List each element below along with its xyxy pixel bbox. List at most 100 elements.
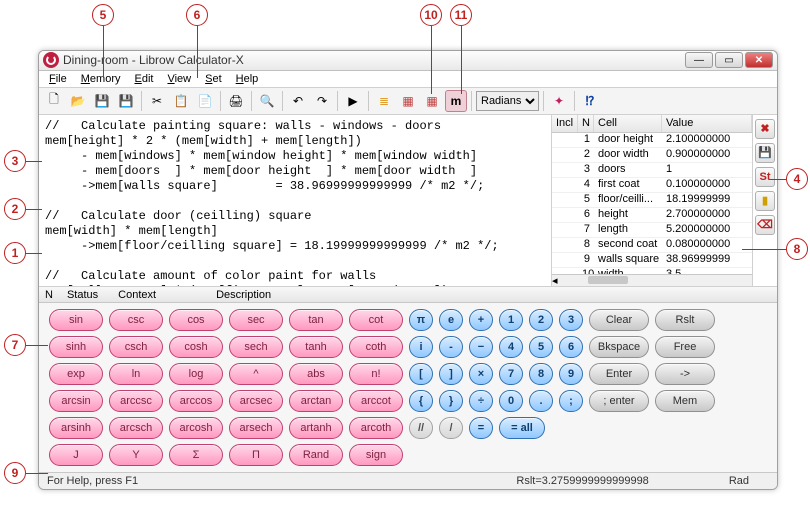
redo-icon[interactable]: ↷	[311, 90, 333, 112]
key-arcoth[interactable]: arcoth	[349, 417, 403, 439]
key-arccsc[interactable]: arccsc	[109, 390, 163, 412]
key-tan[interactable]: tan	[289, 309, 343, 331]
menu-help[interactable]: Help	[230, 71, 265, 87]
mem-delete-icon[interactable]: ✖	[755, 119, 775, 139]
key-tanh[interactable]: tanh	[289, 336, 343, 358]
find-icon[interactable]: 🔍	[256, 90, 278, 112]
key-^[interactable]: ^	[229, 363, 283, 385]
mem-col-value[interactable]: Value	[662, 115, 752, 132]
mem-clear-icon[interactable]: ⌫	[755, 215, 775, 235]
menu-set[interactable]: Set	[199, 71, 228, 87]
key-sym[interactable]: -	[439, 336, 463, 358]
key-Σ[interactable]: Σ	[169, 444, 223, 466]
memory-row[interactable]: 9walls square38.96999999	[552, 253, 752, 268]
memory-row[interactable]: 8second coat0.080000000	[552, 238, 752, 253]
key-cot[interactable]: cot	[349, 309, 403, 331]
key-sign[interactable]: sign	[349, 444, 403, 466]
key-sinh[interactable]: sinh	[49, 336, 103, 358]
key-ln[interactable]: ln	[109, 363, 163, 385]
key-coth[interactable]: coth	[349, 336, 403, 358]
key-sym[interactable]: ×	[469, 363, 493, 385]
key-Y[interactable]: Y	[109, 444, 163, 466]
minimize-button[interactable]: —	[685, 52, 713, 68]
menu-edit[interactable]: Edit	[128, 71, 159, 87]
log-col-context[interactable]: Context	[118, 289, 156, 301]
mem-icon[interactable]: m	[445, 90, 467, 112]
key-sym[interactable]: ;	[559, 390, 583, 412]
log-col-desc[interactable]: Description	[216, 289, 271, 301]
key-artanh[interactable]: artanh	[289, 417, 343, 439]
key-enter[interactable]: Enter	[589, 363, 649, 385]
paste-icon[interactable]: 📄	[194, 90, 216, 112]
key-n![interactable]: n!	[349, 363, 403, 385]
memory-row[interactable]: 3doors1	[552, 163, 752, 178]
log-col-status[interactable]: Status	[67, 289, 98, 301]
mem-save-icon[interactable]: 💾	[755, 143, 775, 163]
mem-col-incl[interactable]: Incl	[552, 115, 578, 132]
key-sym[interactable]: ]	[439, 363, 463, 385]
key-cosh[interactable]: cosh	[169, 336, 223, 358]
database-icon[interactable]: ≣	[373, 90, 395, 112]
key-sym[interactable]: 2	[529, 309, 553, 331]
key-arccot[interactable]: arccot	[349, 390, 403, 412]
key-sym[interactable]: −	[469, 336, 493, 358]
key-arcsec[interactable]: arcsec	[229, 390, 283, 412]
key-arctan[interactable]: arctan	[289, 390, 343, 412]
key-sym[interactable]: //	[409, 417, 433, 439]
print-icon[interactable]: 🖨	[225, 90, 247, 112]
save-as-icon[interactable]: 💾	[115, 90, 137, 112]
key-arcosh[interactable]: arcosh	[169, 417, 223, 439]
key-sym[interactable]: /	[439, 417, 463, 439]
key-sym[interactable]: 7	[499, 363, 523, 385]
menu-file[interactable]: File	[43, 71, 73, 87]
key-sym[interactable]: [	[409, 363, 433, 385]
key-sech[interactable]: sech	[229, 336, 283, 358]
key-rslt[interactable]: Rslt	[655, 309, 715, 331]
undo-icon[interactable]: ↶	[287, 90, 309, 112]
key-sym[interactable]: e	[439, 309, 463, 331]
wand-icon[interactable]: ✦	[548, 90, 570, 112]
key-sec[interactable]: sec	[229, 309, 283, 331]
memory-row[interactable]: 7length5.200000000	[552, 223, 752, 238]
log-col-n[interactable]: N	[45, 289, 53, 301]
mem-lock-icon[interactable]: ▮	[755, 191, 775, 211]
close-button[interactable]: ✕	[745, 52, 773, 68]
key-arsinh[interactable]: arsinh	[49, 417, 103, 439]
save-icon[interactable]: 💾	[91, 90, 113, 112]
key-exp[interactable]: exp	[49, 363, 103, 385]
key-sym[interactable]: 3	[559, 309, 583, 331]
cut-icon[interactable]: ✂	[146, 90, 168, 112]
key-sym[interactable]: .	[529, 390, 553, 412]
key-sym[interactable]: = all	[499, 417, 545, 439]
memory-row[interactable]: 6height2.700000000	[552, 208, 752, 223]
key-;enter[interactable]: ; enter	[589, 390, 649, 412]
key-sym[interactable]: 8	[529, 363, 553, 385]
key-arcsch[interactable]: arcsch	[109, 417, 163, 439]
copy-icon[interactable]: 📋	[170, 90, 192, 112]
memory-hscroll[interactable]: ◂	[552, 274, 752, 286]
key-sym[interactable]: {	[409, 390, 433, 412]
key-sym[interactable]: i	[409, 336, 433, 358]
key-J[interactable]: J	[49, 444, 103, 466]
panel1-icon[interactable]: ▦	[397, 90, 419, 112]
code-editor[interactable]: // Calculate painting square: walls - wi…	[39, 115, 552, 286]
new-icon[interactable]: 🗋	[43, 90, 65, 112]
key-sym[interactable]: 4	[499, 336, 523, 358]
memory-row[interactable]: 2door width0.900000000	[552, 148, 752, 163]
memory-row[interactable]: 4first coat0.100000000	[552, 178, 752, 193]
key-sym[interactable]: π	[409, 309, 433, 331]
mem-col-cell[interactable]: Cell	[594, 115, 662, 132]
mem-st-icon[interactable]: St	[755, 167, 775, 187]
angle-mode-select[interactable]: Radians	[476, 91, 539, 111]
key-arsech[interactable]: arsech	[229, 417, 283, 439]
key-log[interactable]: log	[169, 363, 223, 385]
key-csc[interactable]: csc	[109, 309, 163, 331]
menu-view[interactable]: View	[161, 71, 197, 87]
key-sym[interactable]: }	[439, 390, 463, 412]
key-mem[interactable]: Mem	[655, 390, 715, 412]
key-sym[interactable]: 0	[499, 390, 523, 412]
menu-memory[interactable]: Memory	[75, 71, 127, 87]
key-sym[interactable]: ÷	[469, 390, 493, 412]
key-sym[interactable]: 1	[499, 309, 523, 331]
maximize-button[interactable]: ▭	[715, 52, 743, 68]
